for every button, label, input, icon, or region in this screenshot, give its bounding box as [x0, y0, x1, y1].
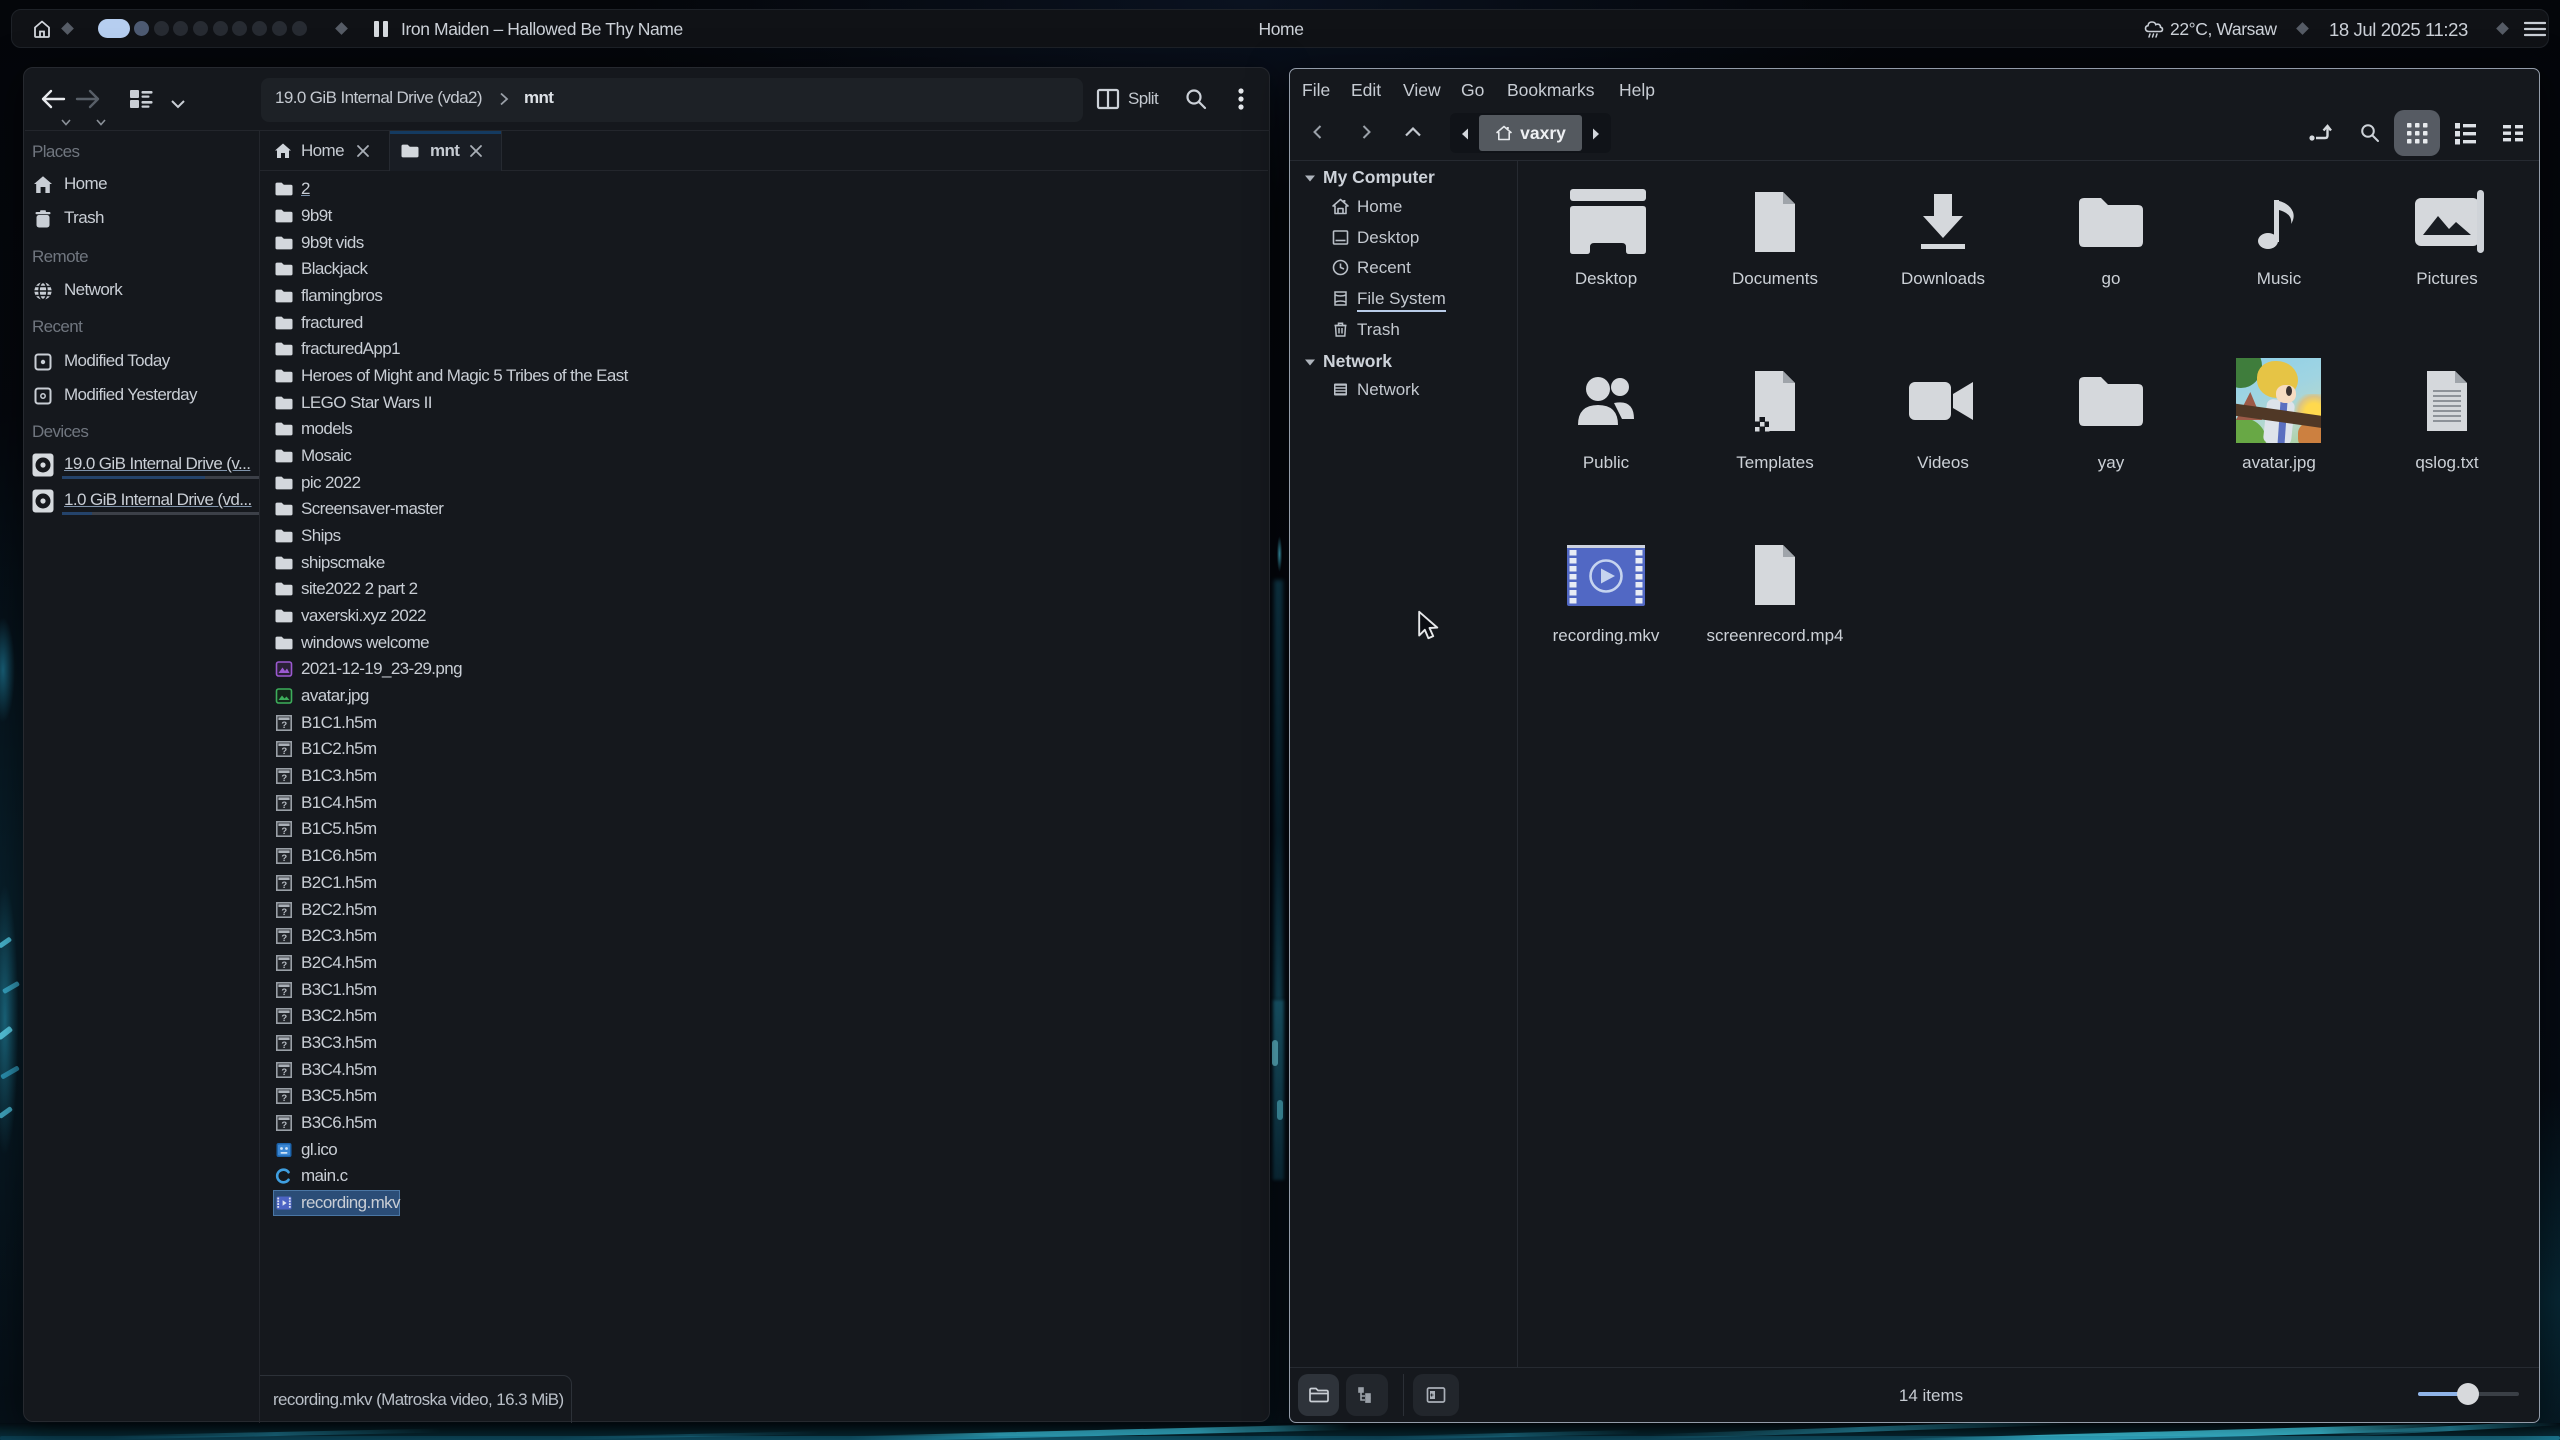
svg-text:?: ? [281, 880, 287, 891]
svg-text:?: ? [281, 907, 287, 918]
svg-text:?: ? [281, 800, 287, 811]
svg-text:?: ? [281, 960, 287, 971]
svg-text:?: ? [281, 746, 287, 757]
svg-text:?: ? [281, 853, 287, 864]
svg-text:?: ? [281, 720, 287, 731]
svg-text:?: ? [281, 1093, 287, 1104]
svg-text:?: ? [281, 826, 287, 837]
svg-text:?: ? [281, 1013, 287, 1024]
svg-text:?: ? [281, 1120, 287, 1131]
svg-text:?: ? [281, 933, 287, 944]
svg-text:?: ? [281, 1067, 287, 1078]
svg-text:?: ? [281, 987, 287, 998]
svg-text:?: ? [281, 1040, 287, 1051]
svg-text:?: ? [281, 773, 287, 784]
